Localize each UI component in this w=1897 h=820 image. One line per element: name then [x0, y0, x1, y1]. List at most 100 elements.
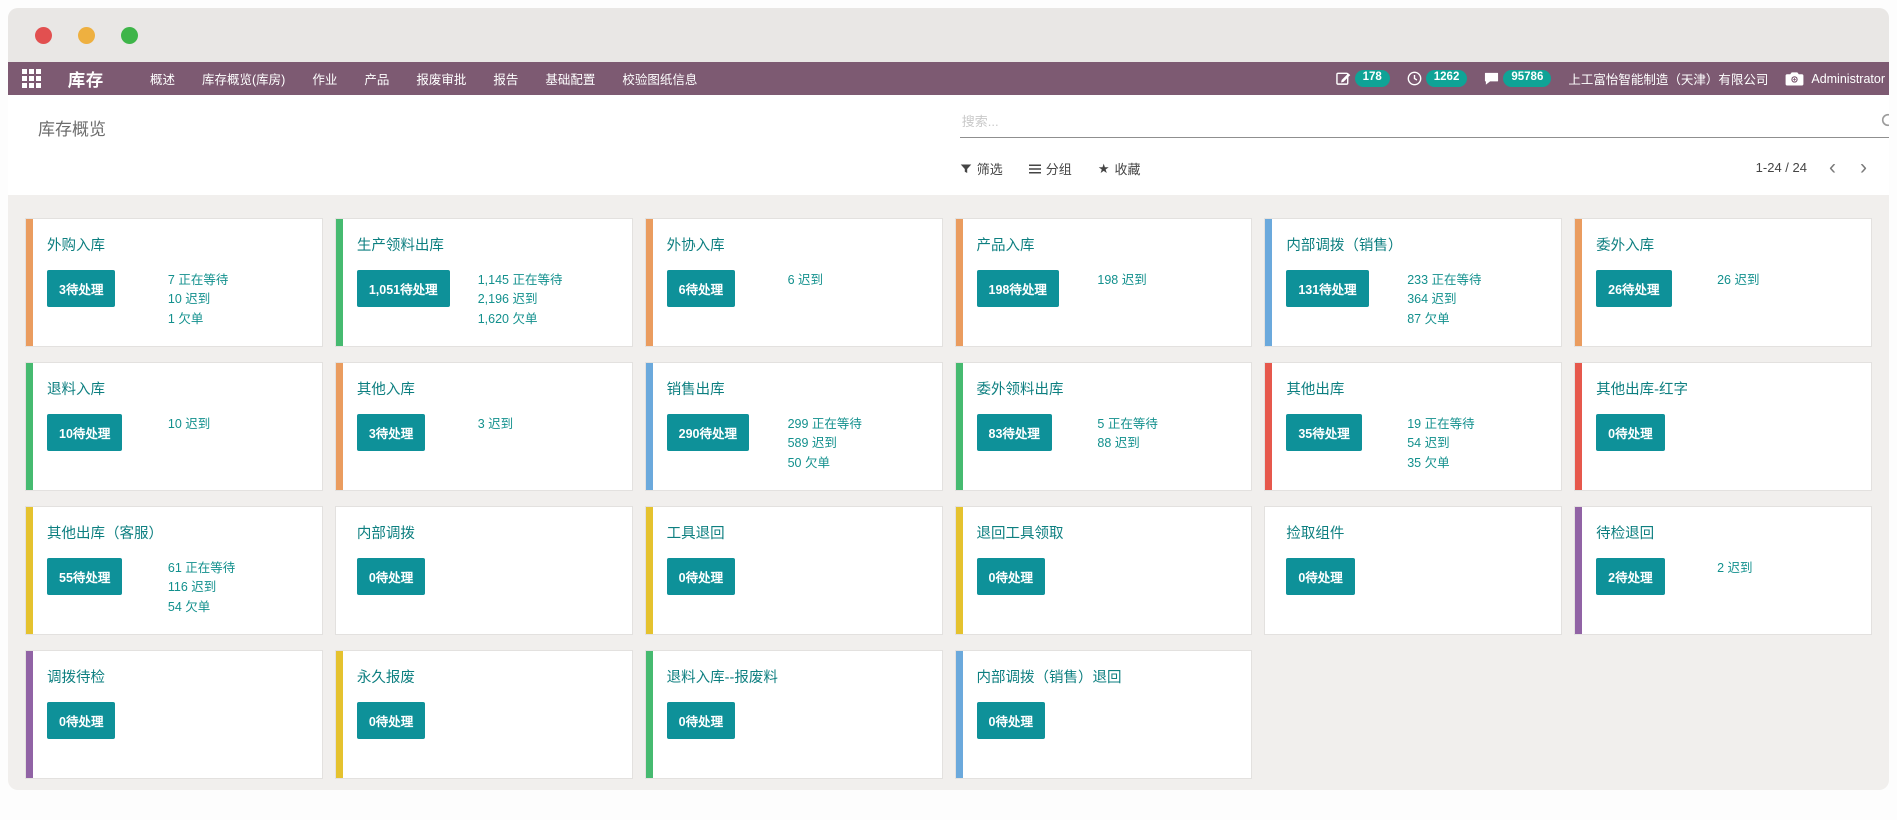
card-title[interactable]: 委外领料出库: [977, 378, 1240, 399]
card-title[interactable]: 退回工具领取: [977, 522, 1240, 543]
stat-line[interactable]: 3 迟到: [478, 415, 620, 434]
kanban-card[interactable]: 捡取组件 0待处理: [1264, 506, 1562, 635]
card-title[interactable]: 退料入库--报废料: [667, 666, 930, 687]
card-title[interactable]: 外协入库: [667, 234, 930, 255]
pending-button[interactable]: 0待处理: [357, 558, 425, 595]
search-icon[interactable]: [1881, 113, 1889, 130]
stat-line[interactable]: 87 欠单: [1407, 310, 1549, 329]
pending-button[interactable]: 0待处理: [667, 558, 735, 595]
filter-button-filter[interactable]: 筛选: [960, 159, 1003, 178]
kanban-card[interactable]: 生产领料出库1,051待处理1,145 正在等待2,196 迟到1,620 欠单: [335, 218, 633, 347]
apps-grid-icon[interactable]: [22, 69, 41, 88]
stat-line[interactable]: 61 正在等待: [168, 559, 310, 578]
stat-line[interactable]: 88 迟到: [1097, 434, 1239, 453]
pending-button[interactable]: 131待处理: [1286, 270, 1368, 307]
pending-button[interactable]: 3待处理: [47, 270, 115, 307]
card-title[interactable]: 其他出库: [1286, 378, 1549, 399]
pending-button[interactable]: 0待处理: [357, 702, 425, 739]
kanban-card[interactable]: 退料入库--报废料0待处理: [645, 650, 943, 779]
kanban-card[interactable]: 退料入库 10待处理 10 迟到: [25, 362, 323, 491]
stat-line[interactable]: 10 迟到: [168, 415, 310, 434]
company-switcher[interactable]: 上工富怡智能制造（天津）有限公司: [1568, 69, 1768, 88]
kanban-card[interactable]: 待检退回 2待处理 2 迟到: [1574, 506, 1872, 635]
stat-line[interactable]: 35 欠单: [1407, 454, 1549, 473]
kanban-card[interactable]: 永久报废 0待处理: [335, 650, 633, 779]
card-title[interactable]: 其他出库（客服）: [47, 522, 310, 543]
nav-menu-item-3[interactable]: 产品: [364, 69, 389, 88]
card-title[interactable]: 内部调拨（销售）: [1286, 234, 1549, 255]
kanban-card[interactable]: 内部调拨 0待处理: [335, 506, 633, 635]
stat-line[interactable]: 50 欠单: [788, 454, 930, 473]
card-title[interactable]: 委外入库: [1596, 234, 1859, 255]
stat-line[interactable]: 1,620 欠单: [478, 310, 620, 329]
pending-button[interactable]: 0待处理: [1596, 414, 1664, 451]
pending-button[interactable]: 290待处理: [667, 414, 749, 451]
nav-menu-item-4[interactable]: 报废审批: [416, 69, 466, 88]
stat-line[interactable]: 19 正在等待: [1407, 415, 1549, 434]
kanban-card[interactable]: 其他出库-红字0待处理: [1574, 362, 1872, 491]
nav-menu-item-7[interactable]: 校验图纸信息: [622, 69, 697, 88]
pager-next-button[interactable]: ›: [1858, 157, 1869, 178]
search-input[interactable]: [960, 105, 1889, 138]
kanban-card[interactable]: 内部调拨（销售）退回 0待处理: [955, 650, 1253, 779]
card-title[interactable]: 退料入库: [47, 378, 310, 399]
pending-button[interactable]: 0待处理: [977, 558, 1045, 595]
stat-line[interactable]: 1 欠单: [168, 310, 310, 329]
kanban-card[interactable]: 外购入库 3待处理 7 正在等待10 迟到1 欠单: [25, 218, 323, 347]
stat-line[interactable]: 10 迟到: [168, 290, 310, 309]
close-window-button[interactable]: [35, 27, 52, 44]
nav-menu-item-5[interactable]: 报告: [493, 69, 518, 88]
stat-line[interactable]: 26 迟到: [1717, 271, 1859, 290]
nav-menu-item-0[interactable]: 概述: [150, 69, 175, 88]
card-title[interactable]: 内部调拨: [357, 522, 620, 543]
pending-button[interactable]: 83待处理: [977, 414, 1052, 451]
stat-line[interactable]: 2 迟到: [1717, 559, 1859, 578]
pending-button[interactable]: 0待处理: [1286, 558, 1354, 595]
stat-line[interactable]: 1,145 正在等待: [478, 271, 620, 290]
stat-line[interactable]: 54 迟到: [1407, 434, 1549, 453]
pending-button[interactable]: 35待处理: [1286, 414, 1361, 451]
card-title[interactable]: 永久报废: [357, 666, 620, 687]
filter-button-star[interactable]: ★收藏: [1098, 159, 1141, 178]
pending-button[interactable]: 0待处理: [47, 702, 115, 739]
nav-menu-item-6[interactable]: 基础配置: [545, 69, 595, 88]
stat-line[interactable]: 6 迟到: [788, 271, 930, 290]
pager-prev-button[interactable]: ‹: [1827, 157, 1838, 178]
pending-button[interactable]: 0待处理: [977, 702, 1045, 739]
app-title[interactable]: 库存: [68, 66, 104, 91]
card-title[interactable]: 内部调拨（销售）退回: [977, 666, 1240, 687]
card-title[interactable]: 工具退回: [667, 522, 930, 543]
kanban-card[interactable]: 退回工具领取 0待处理: [955, 506, 1253, 635]
pending-button[interactable]: 6待处理: [667, 270, 735, 307]
stat-line[interactable]: 299 正在等待: [788, 415, 930, 434]
card-title[interactable]: 外购入库: [47, 234, 310, 255]
kanban-card[interactable]: 销售出库290待处理299 正在等待589 迟到50 欠单: [645, 362, 943, 491]
pending-button[interactable]: 1,051待处理: [357, 270, 450, 307]
nav-badge-chat[interactable]: 95786: [1484, 70, 1551, 88]
kanban-card[interactable]: 产品入库198待处理198 迟到: [955, 218, 1253, 347]
kanban-card[interactable]: 委外入库 26待处理 26 迟到: [1574, 218, 1872, 347]
pending-button[interactable]: 26待处理: [1596, 270, 1671, 307]
card-title[interactable]: 捡取组件: [1286, 522, 1549, 543]
stat-line[interactable]: 589 迟到: [788, 434, 930, 453]
stat-line[interactable]: 116 迟到: [168, 578, 310, 597]
stat-line[interactable]: 5 正在等待: [1097, 415, 1239, 434]
stat-line[interactable]: 2,196 迟到: [478, 290, 620, 309]
user-menu[interactable]: Administrator: [1785, 71, 1885, 86]
kanban-card[interactable]: 外协入库 6待处理 6 迟到: [645, 218, 943, 347]
pending-button[interactable]: 2待处理: [1596, 558, 1664, 595]
kanban-card[interactable]: 其他出库（客服）55待处理61 正在等待116 迟到54 欠单: [25, 506, 323, 635]
card-title[interactable]: 产品入库: [977, 234, 1240, 255]
stat-line[interactable]: 364 迟到: [1407, 290, 1549, 309]
pending-button[interactable]: 10待处理: [47, 414, 122, 451]
filter-button-group[interactable]: 分组: [1029, 159, 1072, 178]
nav-menu-item-1[interactable]: 库存概览(库房): [202, 69, 285, 88]
nav-badge-edit-note[interactable]: 178: [1336, 70, 1390, 88]
kanban-card[interactable]: 委外领料出库 83待处理 5 正在等待88 迟到: [955, 362, 1253, 491]
card-title[interactable]: 待检退回: [1596, 522, 1859, 543]
maximize-window-button[interactable]: [121, 27, 138, 44]
stat-line[interactable]: 233 正在等待: [1407, 271, 1549, 290]
stat-line[interactable]: 7 正在等待: [168, 271, 310, 290]
kanban-card[interactable]: 调拨待检 0待处理: [25, 650, 323, 779]
card-title[interactable]: 调拨待检: [47, 666, 310, 687]
